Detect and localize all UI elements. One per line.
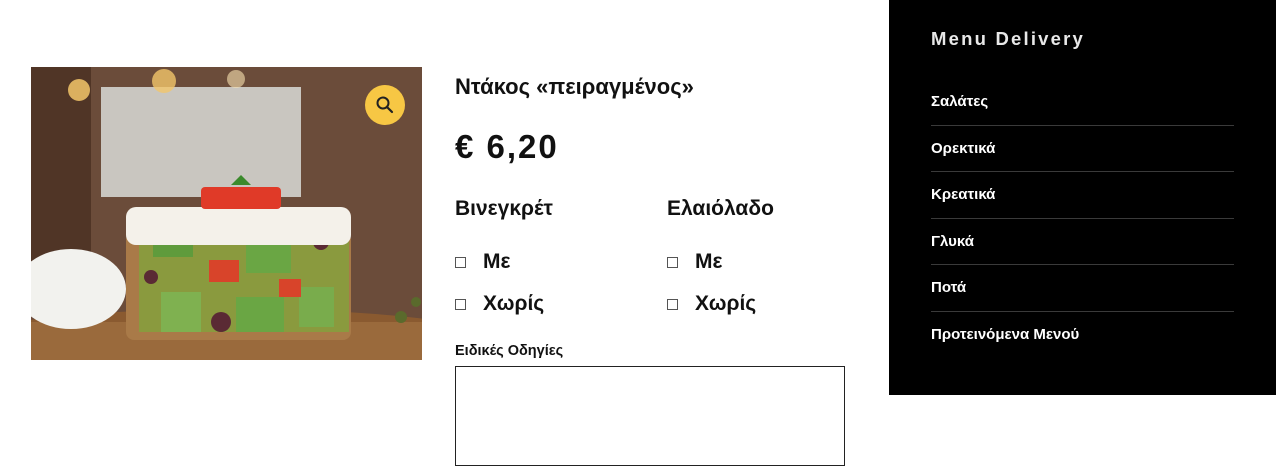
sidebar-menu-delivery: Menu Delivery Σαλάτες Ορεκτικά Κρεατικά … — [889, 0, 1276, 395]
product-price: € 6,20 — [455, 128, 559, 165]
sidebar-item-meats[interactable]: Κρεατικά — [931, 172, 1234, 219]
option-title: Ελαιόλαδο — [667, 197, 774, 220]
option-choice-without[interactable]: Χωρίς — [455, 292, 544, 316]
option-label: Με — [695, 250, 723, 273]
checkbox[interactable] — [667, 298, 678, 310]
special-instructions-input[interactable] — [455, 366, 845, 466]
option-choice-with[interactable]: Με — [455, 250, 510, 274]
special-instructions-label: Ειδικές Οδηγίες — [455, 343, 564, 359]
sidebar-item-suggested-menus[interactable]: Προτεινόμενα Μενού — [931, 312, 1234, 359]
zoom-button[interactable] — [365, 85, 405, 125]
checkbox[interactable] — [667, 256, 678, 268]
option-label: Με — [483, 250, 511, 273]
product-image[interactable] — [31, 67, 422, 360]
option-label: Χωρίς — [695, 292, 757, 315]
search-icon — [376, 96, 394, 114]
dakos-photo — [31, 67, 422, 360]
option-choice-with[interactable]: Με — [667, 250, 722, 274]
checkbox[interactable] — [455, 298, 466, 310]
sidebar-title: Menu Delivery — [931, 28, 1086, 49]
option-group-olive-oil: Ελαιόλαδο Με Χωρίς — [667, 197, 774, 315]
option-title: Βινεγκρέτ — [455, 197, 553, 220]
sidebar-item-desserts[interactable]: Γλυκά — [931, 219, 1234, 265]
sidebar-item-salads[interactable]: Σαλάτες — [931, 79, 1234, 126]
sidebar-item-drinks[interactable]: Ποτά — [931, 265, 1234, 312]
option-label: Χωρίς — [483, 292, 545, 315]
checkbox[interactable] — [455, 256, 466, 268]
sidebar-item-appetizers[interactable]: Ορεκτικά — [931, 126, 1234, 172]
menu-list: Σαλάτες Ορεκτικά Κρεατικά Γλυκά Ποτά Προ… — [931, 79, 1234, 358]
option-group-vinaigrette: Βινεγκρέτ Με Χωρίς — [455, 197, 553, 315]
product-title: Ντάκος «πειραγμένος» — [455, 74, 694, 99]
option-choice-without[interactable]: Χωρίς — [667, 292, 756, 316]
